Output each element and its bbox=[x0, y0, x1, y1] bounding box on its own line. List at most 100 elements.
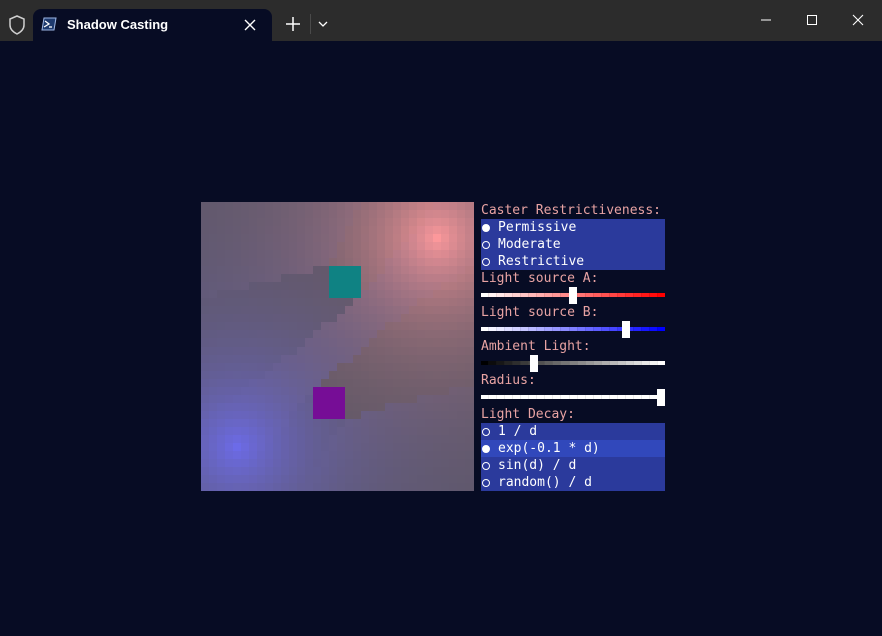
slider-segment bbox=[608, 327, 617, 331]
light-decay-radio-group: 1 / d exp(-0.1 * d) sin(d) / d random() / d bbox=[481, 423, 665, 491]
decay-option[interactable]: sin(d) / d bbox=[481, 457, 665, 474]
slider-segment bbox=[624, 395, 633, 399]
radio-unchecked-icon[interactable] bbox=[482, 240, 490, 249]
slider-segment bbox=[528, 327, 537, 331]
slider-segment bbox=[568, 361, 577, 365]
slider-segment bbox=[512, 327, 521, 331]
slider-segment bbox=[496, 327, 505, 331]
tab-title: Shadow Casting bbox=[67, 17, 169, 32]
maximize-icon[interactable] bbox=[802, 10, 822, 30]
radio-unchecked-icon[interactable] bbox=[482, 478, 490, 487]
slider-segment bbox=[496, 361, 505, 365]
decay-option[interactable]: exp(-0.1 * d) bbox=[481, 440, 665, 457]
tab-shadow-casting[interactable]: Shadow Casting bbox=[33, 9, 272, 41]
decay-option-label: random() / d bbox=[498, 475, 592, 490]
slider-segment bbox=[536, 395, 545, 399]
slider-segment bbox=[488, 293, 497, 297]
slider-segment bbox=[552, 395, 561, 399]
grid-cell bbox=[465, 482, 474, 492]
decay-option[interactable]: 1 / d bbox=[481, 423, 665, 440]
slider-segment bbox=[624, 361, 633, 365]
slider-track[interactable] bbox=[481, 395, 666, 399]
slider-thumb[interactable] bbox=[657, 389, 665, 406]
slider-thumb[interactable] bbox=[569, 287, 577, 304]
slider-segment bbox=[481, 293, 489, 297]
slider-segment bbox=[584, 327, 593, 331]
slider-segment bbox=[576, 293, 585, 297]
slider-segment bbox=[544, 327, 553, 331]
radio-checked-icon[interactable] bbox=[482, 223, 490, 232]
slider-segment bbox=[648, 395, 658, 399]
restrictiveness-option[interactable]: Restrictive bbox=[481, 253, 665, 270]
light-b-label: Light source B: bbox=[481, 305, 599, 320]
slider-segment bbox=[608, 395, 617, 399]
slider-segment bbox=[520, 361, 529, 365]
tab-close-icon[interactable] bbox=[243, 18, 257, 32]
slider-track[interactable] bbox=[481, 361, 666, 365]
slider-segment bbox=[640, 361, 649, 365]
restrictiveness-option[interactable]: Moderate bbox=[481, 236, 665, 253]
slider-segment bbox=[568, 395, 577, 399]
slider-segment bbox=[481, 361, 489, 365]
slider-segment bbox=[512, 293, 521, 297]
ambient-light-slider[interactable] bbox=[481, 355, 666, 372]
cyan-caster[interactable] bbox=[329, 266, 361, 299]
slider-segment bbox=[512, 361, 521, 365]
slider-segment bbox=[520, 327, 529, 331]
slider-segment bbox=[657, 327, 666, 331]
slider-segment bbox=[536, 293, 545, 297]
decay-option-label: sin(d) / d bbox=[498, 458, 577, 473]
slider-segment bbox=[576, 395, 585, 399]
slider-thumb[interactable] bbox=[530, 355, 539, 372]
decay-option-label: 1 / d bbox=[498, 424, 538, 439]
restrictiveness-option[interactable]: Permissive bbox=[481, 219, 665, 236]
slider-segment bbox=[592, 293, 601, 297]
radius-label: Radius: bbox=[481, 373, 536, 388]
slider-segment bbox=[488, 395, 497, 399]
slider-track[interactable] bbox=[481, 327, 666, 331]
slider-segment bbox=[640, 293, 649, 297]
slider-segment bbox=[552, 293, 561, 297]
decay-option-label: exp(-0.1 * d) bbox=[498, 441, 600, 456]
slider-segment bbox=[657, 293, 666, 297]
light-b-slider[interactable] bbox=[481, 321, 666, 338]
radio-unchecked-icon[interactable] bbox=[482, 257, 490, 266]
minimize-icon[interactable] bbox=[756, 10, 776, 30]
slider-segment bbox=[520, 395, 529, 399]
radio-unchecked-icon[interactable] bbox=[482, 427, 490, 436]
light-a-slider[interactable] bbox=[481, 287, 666, 304]
slider-segment bbox=[584, 293, 593, 297]
slider-segment bbox=[640, 327, 649, 331]
chevron-down-icon[interactable] bbox=[316, 18, 330, 30]
shadow-canvas[interactable] bbox=[201, 202, 474, 492]
decay-option[interactable]: random() / d bbox=[481, 474, 665, 491]
radio-checked-icon[interactable] bbox=[482, 444, 490, 453]
light-grid bbox=[201, 202, 474, 492]
shield-icon[interactable] bbox=[8, 15, 26, 35]
close-icon[interactable] bbox=[848, 10, 868, 30]
slider-thumb[interactable] bbox=[621, 321, 630, 338]
purple-caster[interactable] bbox=[313, 386, 345, 419]
slider-segment bbox=[576, 361, 585, 365]
restrictiveness-option-label: Moderate bbox=[498, 237, 561, 252]
new-tab-icon[interactable] bbox=[285, 16, 301, 32]
restrictiveness-option-label: Permissive bbox=[498, 220, 577, 235]
slider-segment bbox=[560, 327, 569, 331]
slider-segment bbox=[648, 361, 658, 365]
restrictiveness-label: Caster Restrictiveness: bbox=[481, 203, 662, 218]
slider-segment bbox=[592, 327, 601, 331]
light-a-label: Light source A: bbox=[481, 271, 599, 286]
slider-segment bbox=[496, 395, 505, 399]
slider-segment bbox=[592, 361, 601, 365]
slider-segment bbox=[608, 293, 617, 297]
slider-segment bbox=[632, 361, 641, 365]
slider-segment bbox=[544, 395, 553, 399]
slider-segment bbox=[640, 395, 649, 399]
radio-unchecked-icon[interactable] bbox=[482, 461, 490, 470]
slider-segment bbox=[584, 395, 593, 399]
radius-slider[interactable] bbox=[481, 389, 666, 406]
slider-segment bbox=[600, 361, 609, 365]
restrictiveness-radio-group: Permissive Moderate Restrictive bbox=[481, 219, 665, 270]
slider-segment bbox=[528, 293, 537, 297]
slider-segment bbox=[488, 327, 497, 331]
